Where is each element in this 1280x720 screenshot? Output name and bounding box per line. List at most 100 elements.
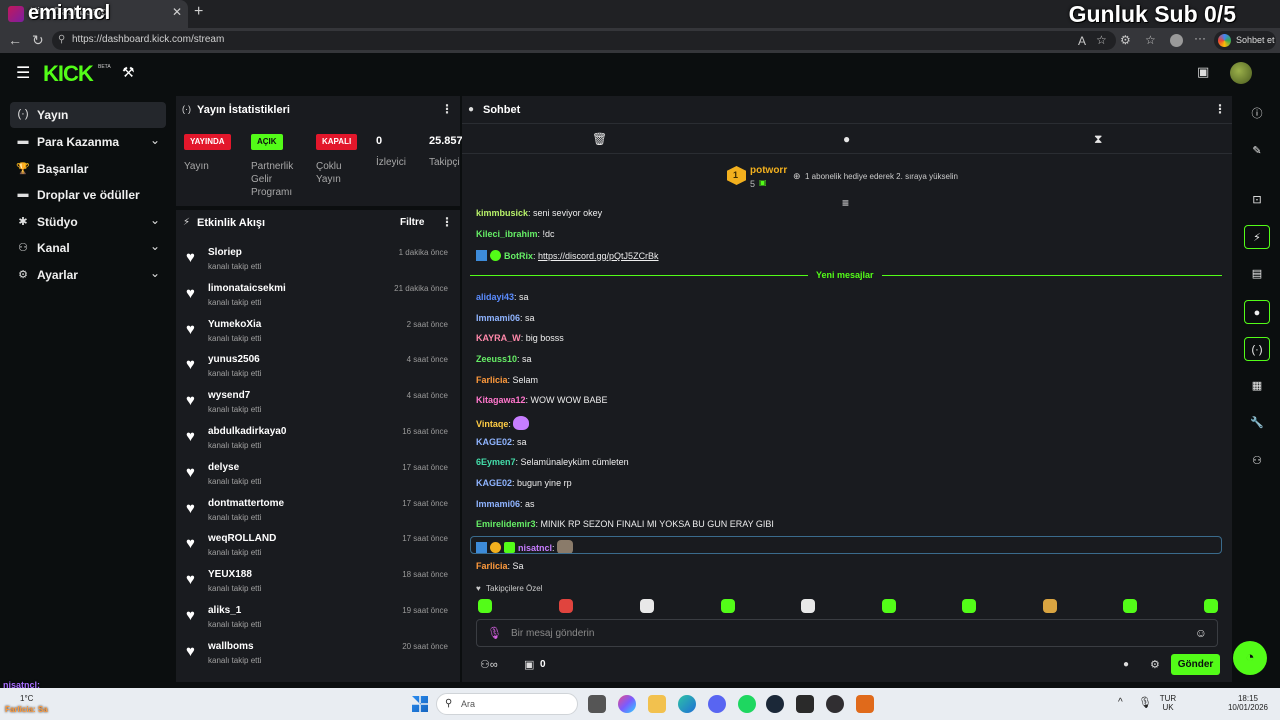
sidebar-item-basarilar[interactable]: 🏆 Başarılar bbox=[10, 156, 166, 182]
chat-message[interactable]: alidayi43: sa bbox=[476, 292, 529, 302]
layout-icon[interactable]: ▦ bbox=[1244, 374, 1270, 398]
emote-icon[interactable] bbox=[559, 599, 573, 613]
chat-username[interactable]: kimmbusick bbox=[476, 208, 528, 218]
emote-icon[interactable] bbox=[1204, 599, 1218, 613]
activity-item[interactable]: ♥ Sloriep kanalı takip etti 1 dakika önce bbox=[186, 245, 452, 279]
lightning-icon[interactable]: ⚡ bbox=[1244, 225, 1270, 249]
emote-icon[interactable] bbox=[1123, 599, 1137, 613]
users-link-icon[interactable]: ⚇∞ bbox=[480, 658, 498, 671]
app-icon[interactable] bbox=[856, 695, 874, 713]
wrench-icon[interactable]: 🔧 bbox=[1244, 411, 1270, 435]
more-options-icon[interactable]: ⋮ bbox=[441, 215, 453, 229]
chat-message[interactable]: KAGE02: bugun yine rp bbox=[476, 478, 572, 488]
microphone-icon[interactable]: 🎙 bbox=[487, 626, 502, 640]
activity-user[interactable]: delyse bbox=[208, 462, 239, 473]
language-indicator[interactable]: TUR UK bbox=[1158, 694, 1178, 712]
activity-item[interactable]: ♥ delyse kanalı takip etti 17 saat önce bbox=[186, 460, 452, 494]
activity-item[interactable]: ♥ YumekoXia kanalı takip etti 2 saat önce bbox=[186, 317, 452, 351]
chat-message[interactable]: Immami06: sa bbox=[476, 313, 535, 323]
chat-username[interactable]: KAGE02 bbox=[476, 437, 512, 447]
chat-username[interactable]: Farlicia bbox=[476, 375, 508, 385]
kick-logo[interactable]: KICK bbox=[43, 61, 94, 87]
hammer-icon[interactable]: ⚒ bbox=[122, 64, 135, 81]
activity-user[interactable]: wallboms bbox=[208, 641, 254, 652]
site-info-icon[interactable]: ⚲ bbox=[58, 34, 65, 45]
more-options-icon[interactable]: ⋮ bbox=[1214, 102, 1226, 116]
broadcast-icon[interactable]: (·) bbox=[1244, 337, 1270, 361]
document-icon[interactable]: ▤ bbox=[1244, 262, 1270, 286]
chat-username[interactable]: Kileci_ibrahim bbox=[476, 229, 538, 239]
store-icon[interactable]: ▣ bbox=[1197, 64, 1209, 80]
expand-pinned-icon[interactable]: ≡ bbox=[842, 196, 849, 210]
emote-icon[interactable] bbox=[882, 599, 896, 613]
emote-icon[interactable] bbox=[1043, 599, 1057, 613]
chat-username[interactable]: Emirelidemir3 bbox=[476, 519, 536, 529]
back-icon[interactable]: ← bbox=[8, 32, 22, 48]
activity-item[interactable]: ♥ abdulkadirkaya0 kanalı takip etti 16 saat… bbox=[186, 424, 452, 458]
activity-item[interactable]: ♥ weqROLLAND kanalı takip etti 17 saat önce bbox=[186, 531, 452, 565]
spotify-icon[interactable] bbox=[738, 695, 756, 713]
activity-user[interactable]: dontmattertome bbox=[208, 498, 284, 509]
sidebar-item-kanal[interactable]: ⚇ Kanal ⌄ bbox=[10, 235, 166, 261]
activity-item[interactable]: ♥ wysend7 kanalı takip etti 4 saat önce bbox=[186, 388, 452, 422]
copilot-taskbar-icon[interactable] bbox=[618, 695, 636, 713]
filter-button[interactable]: Filtre bbox=[400, 217, 424, 228]
more-menu-icon[interactable]: ··· bbox=[1194, 31, 1206, 45]
chat-username[interactable]: Kitagawa12 bbox=[476, 395, 526, 405]
pinned-user[interactable]: potworr bbox=[750, 165, 787, 176]
chat-message[interactable]: KAYRA_W: big bosss bbox=[476, 333, 564, 343]
chat-message[interactable]: Kitagawa12: WOW WOW BABE bbox=[476, 395, 608, 405]
store-icon[interactable]: ▣ bbox=[524, 658, 534, 671]
discord-icon[interactable] bbox=[708, 695, 726, 713]
activity-user[interactable]: weqROLLAND bbox=[208, 533, 276, 544]
chat-username[interactable]: BotRix bbox=[504, 251, 533, 261]
chevron-up-icon[interactable]: ^ bbox=[1118, 697, 1123, 708]
activity-user[interactable]: YEUX188 bbox=[208, 569, 252, 580]
activity-item[interactable]: ♥ wallboms kanalı takip etti 20 saat önce bbox=[186, 639, 452, 673]
info-icon[interactable]: ⓘ bbox=[1244, 102, 1270, 126]
help-chat-button[interactable]: ◔ bbox=[1233, 641, 1267, 675]
chat-input[interactable]: 🎙 Bir mesaj gönderin ☺ bbox=[476, 619, 1218, 647]
users-icon[interactable]: ⚇ bbox=[1244, 449, 1270, 473]
chat-icon[interactable]: ● bbox=[1244, 300, 1270, 324]
chat-message[interactable]: kimmbusick: seni seviyor okey bbox=[476, 208, 602, 218]
emote-icon[interactable] bbox=[640, 599, 654, 613]
chat-username[interactable]: KAGE02 bbox=[476, 478, 512, 488]
emote-icon[interactable] bbox=[962, 599, 976, 613]
activity-user[interactable]: limonataicsekmi bbox=[208, 283, 286, 294]
activity-item[interactable]: ♥ aliks_1 kanalı takip etti 19 saat önce bbox=[186, 603, 452, 637]
chat-icon[interactable]: ● bbox=[843, 132, 850, 146]
sidebar-item-droplar[interactable]: ▬ Droplar ve ödüller bbox=[10, 182, 166, 208]
taskbar-search[interactable]: ⚲ Ara bbox=[436, 693, 578, 715]
sidebar-item-yayin[interactable]: (·) Yayın bbox=[10, 102, 166, 128]
chat-username[interactable]: Zeeuss10 bbox=[476, 354, 517, 364]
chat-message[interactable]: Kileci_ibrahim: !dc bbox=[476, 229, 555, 239]
activity-item[interactable]: ♥ dontmattertome kanalı takip etti 17 saat … bbox=[186, 496, 452, 530]
activity-user[interactable]: aliks_1 bbox=[208, 605, 241, 616]
screen-capture-icon[interactable]: ⊡ bbox=[1244, 188, 1270, 212]
trash-icon[interactable]: 🗑 bbox=[592, 132, 607, 146]
chat-username[interactable]: KAYRA_W bbox=[476, 333, 521, 343]
sidebar-item-para-kazanma[interactable]: ▬ Para Kazanma ⌄ bbox=[10, 129, 166, 155]
emoji-icon[interactable]: ☺ bbox=[1195, 626, 1207, 640]
chat-message[interactable]: 6Eymen7: Selamünaleyküm cümleten bbox=[476, 457, 629, 467]
chat-username[interactable]: Immami06 bbox=[476, 499, 520, 509]
steam-icon[interactable] bbox=[766, 695, 784, 713]
edit-icon[interactable]: ✎ bbox=[1244, 139, 1270, 163]
epic-games-icon[interactable] bbox=[796, 695, 814, 713]
profile-icon[interactable] bbox=[1170, 34, 1183, 47]
chat-message[interactable]: Farlicia: Sa bbox=[476, 561, 524, 571]
activity-item[interactable]: ♥ yunus2506 kanalı takip etti 4 saat önce bbox=[186, 352, 452, 386]
menu-hamburger-icon[interactable]: ☰ bbox=[16, 63, 30, 83]
sidebar-item-studyo[interactable]: ✱ Stüdyo ⌄ bbox=[10, 209, 166, 235]
chat-username[interactable]: Vintaqe bbox=[476, 419, 508, 429]
activity-user[interactable]: wysend7 bbox=[208, 390, 250, 401]
chat-message[interactable]: Emirelidemir3: MINIK RP SEZON FINALI MI … bbox=[476, 519, 774, 529]
activity-user[interactable]: Sloriep bbox=[208, 247, 242, 258]
activity-user[interactable]: abdulkadirkaya0 bbox=[208, 426, 286, 437]
chat-message[interactable]: BotRix: https://discord.gg/pQtJ5ZCrBk bbox=[476, 250, 659, 261]
chat-icon[interactable]: ● bbox=[1123, 659, 1129, 670]
url-field[interactable]: ⚲ https://dashboard.kick.com/stream A ☆ bbox=[52, 31, 1116, 50]
chat-message[interactable]: Farlicia: Selam bbox=[476, 375, 538, 385]
activity-item[interactable]: ♥ YEUX188 kanalı takip etti 18 saat önce bbox=[186, 567, 452, 601]
